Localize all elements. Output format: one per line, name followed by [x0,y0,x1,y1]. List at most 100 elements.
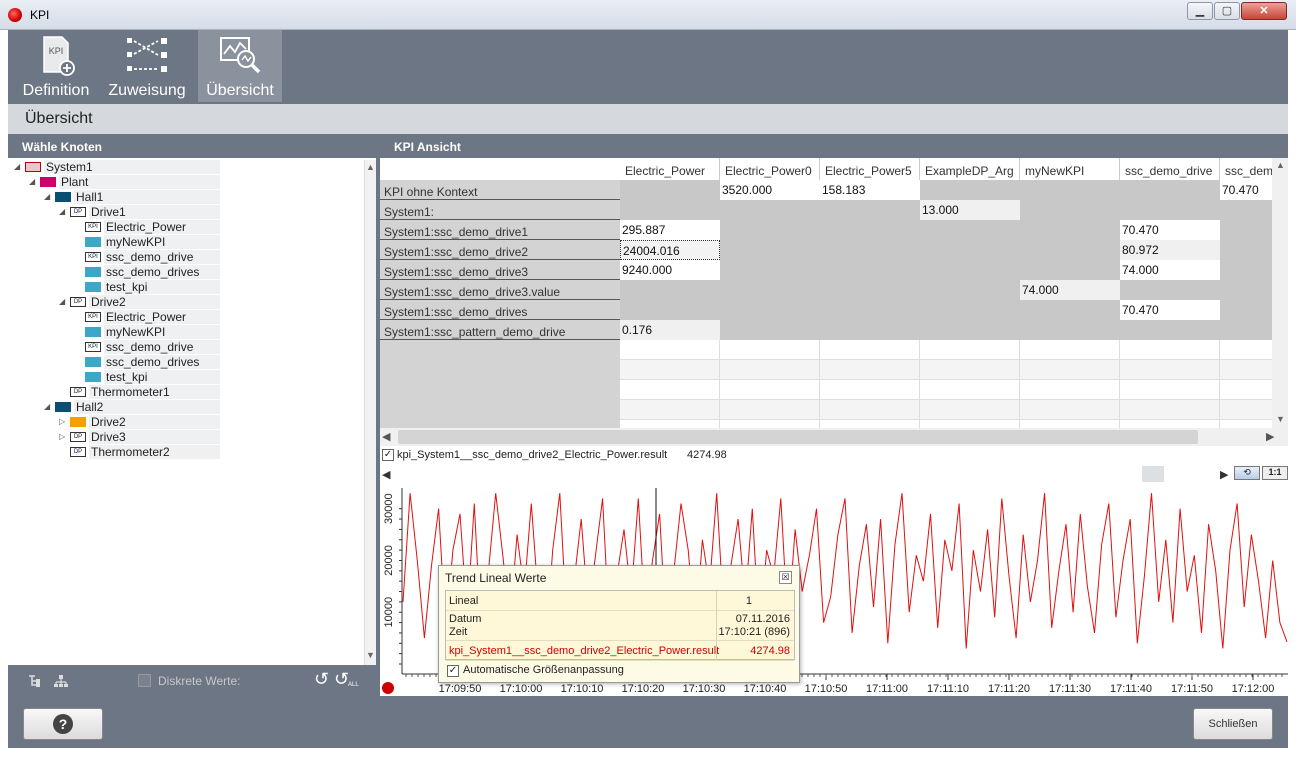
column-header[interactable]: ssc_dem [1220,158,1272,180]
uebersicht-tab[interactable]: Übersicht [198,30,282,102]
kpi-value-cell[interactable]: 74.000 [1120,260,1220,280]
empty-cell [1020,340,1120,360]
column-header[interactable]: Electric_Power [620,158,720,180]
tree-node[interactable]: ◢ Hall1 [8,190,358,204]
kpi-value-cell[interactable]: 80.972 [1120,240,1220,260]
tree-expand-toggle-icon[interactable]: ◢ [44,400,50,414]
kpi-value-cell[interactable]: 74.000 [1020,280,1120,300]
x-tick-label: 17:10:30 [683,683,726,695]
help-button[interactable]: ? [23,708,103,740]
popup-close-button[interactable]: ☒ [779,571,792,584]
one-to-one-button[interactable]: 1:1 [1262,466,1288,480]
tree-node[interactable]: DP Thermometer1 [8,385,358,399]
table-scroll-down-icon[interactable]: ▼ [1276,414,1285,424]
row-header[interactable]: System1:ssc_demo_drive3.value [380,280,620,300]
empty-cell [720,380,820,400]
x-tick-label: 17:11:10 [927,683,969,695]
tree-expand-toggle-icon[interactable]: ◢ [29,175,35,189]
row-header[interactable]: System1:ssc_demo_drive2 [380,240,620,260]
trend-scroll-left-icon[interactable]: ◀ [382,468,390,481]
tree-node-label: Drive3 [91,430,126,444]
tree-node[interactable]: myNewKPI [8,235,358,249]
kpi-value-cell[interactable]: 0.176 [620,320,720,340]
column-header[interactable]: ssc_demo_drive [1120,158,1220,180]
tree-scrollbar[interactable]: ▲ ▼ [364,160,376,665]
window-close-button[interactable]: ✕ [1241,2,1287,20]
tree-expand-toggle-icon[interactable]: ◢ [44,190,50,204]
minimize-button[interactable]: ▁ [1187,2,1213,20]
table-scroll-left-icon[interactable]: ◀ [382,430,390,443]
row-header[interactable]: System1:ssc_demo_drive1 [380,220,620,240]
tree-node[interactable]: test_kpi [8,370,358,384]
kpi-value-cell[interactable]: 13.000 [920,200,1020,220]
tree-node[interactable]: ◢ Plant [8,175,358,189]
tree-node[interactable]: ▷ Drive2 [8,415,358,429]
tree-expand-toggle-icon[interactable]: ▷ [59,430,65,444]
table-horizontal-scrollbar[interactable]: ◀ ▶ [380,428,1288,446]
tree-expand-toggle-icon[interactable]: ◢ [14,160,20,174]
kpi-value-cell[interactable]: 24004.016 [620,240,720,260]
tree-expand-toggle-icon[interactable]: ◢ [59,205,65,219]
tree-node[interactable]: ▷ DP Drive3 [8,430,358,444]
tree-node[interactable]: KPI ssc_demo_drive [8,250,358,264]
scroll-up-icon[interactable]: ▲ [366,162,375,172]
x-tick-label: 17:10:00 [500,683,543,695]
kpi-value-cell[interactable]: 70.470 [1220,180,1272,200]
tree-expand-toggle-icon[interactable]: ▷ [59,415,65,429]
column-header[interactable]: myNewKPI [1020,158,1120,180]
trend-scroll-right-icon[interactable]: ▶ [1220,468,1228,481]
kpi-value-cell[interactable]: 3520.000 [720,180,820,200]
reset-all-icon[interactable]: ↺ [334,669,349,690]
tree-node[interactable]: test_kpi [8,280,358,294]
table-scroll-thumb[interactable] [398,430,1198,444]
row-header[interactable]: System1:ssc_demo_drives [380,300,620,320]
tree-node-label: myNewKPI [106,325,166,339]
row-header[interactable]: KPI ohne Kontext [380,180,620,200]
tree-node[interactable]: KPI Electric_Power [8,310,358,324]
table-scroll-right-icon[interactable]: ▶ [1266,430,1274,443]
tree-node[interactable]: ◢ DP Drive1 [8,205,358,219]
row-header[interactable]: System1:ssc_demo_drive3 [380,260,620,280]
kpi-value-cell[interactable]: 158.183 [820,180,920,200]
kpi-icon: KPI [85,342,101,352]
tree-expand-toggle-icon[interactable]: ◢ [59,295,65,309]
close-button[interactable]: Schließen [1193,708,1273,740]
tree-node[interactable]: ◢ System1 [8,160,358,174]
tree-expand-icon[interactable] [27,674,43,688]
tree-node[interactable]: ssc_demo_drives [8,355,358,369]
empty-cell [1220,420,1272,428]
kpi-value-cell[interactable]: 9240.000 [620,260,720,280]
trend-zoom-icon[interactable]: ⟲ [1234,466,1260,480]
column-header[interactable]: Electric_Power0 [720,158,820,180]
tree-node[interactable]: ◢ DP Drive2 [8,295,358,309]
tree-node[interactable]: myNewKPI [8,325,358,339]
popup-row-series: kpi_System1__ssc_demo_drive2_Electric_Po… [446,641,794,661]
row-header[interactable]: System1:ssc_pattern_demo_drive [380,320,620,340]
tree-node[interactable]: DP Thermometer2 [8,445,358,459]
discrete-values-checkbox[interactable] [138,674,151,687]
reset-icon[interactable]: ↺ [314,669,329,690]
auto-size-checkbox[interactable]: ✓ [447,665,459,677]
column-header[interactable]: Electric_Power5 [820,158,920,180]
table-vertical-scrollbar[interactable]: ▲ ▼ [1272,158,1288,428]
kpi-value-cell[interactable]: 295.887 [620,220,720,240]
kpi-value-cell[interactable]: 70.470 [1120,220,1220,240]
trend-scroll-thumb[interactable] [1142,466,1164,482]
tree-node[interactable]: KPI Electric_Power [8,220,358,234]
tree-hierarchy-icon[interactable] [53,674,69,688]
column-header[interactable]: ExampleDP_Arg [920,158,1020,180]
tree-node[interactable]: KPI ssc_demo_drive [8,340,358,354]
kpi-value-cell[interactable]: 70.470 [1120,300,1220,320]
row-header[interactable]: System1: [380,200,620,220]
table-scroll-up-icon[interactable]: ▲ [1276,160,1285,170]
tree-node[interactable]: ssc_demo_drives [8,265,358,279]
series-visible-checkbox[interactable]: ✓ [382,449,394,461]
empty-cell [820,340,920,360]
zuweisung-tab[interactable]: Zuweisung [102,30,192,102]
scroll-down-icon[interactable]: ▼ [366,650,375,660]
tree-node[interactable]: ◢ Hall2 [8,400,358,414]
maximize-button[interactable]: ▢ [1214,2,1240,20]
node-tree[interactable]: ◢ System1 ◢ Plant ◢ Hall1 ◢ DP Drive1 KPI Electric… [8,158,376,665]
definition-tab[interactable]: KPI Definition [16,30,96,102]
stop-trend-icon[interactable] [382,682,394,694]
